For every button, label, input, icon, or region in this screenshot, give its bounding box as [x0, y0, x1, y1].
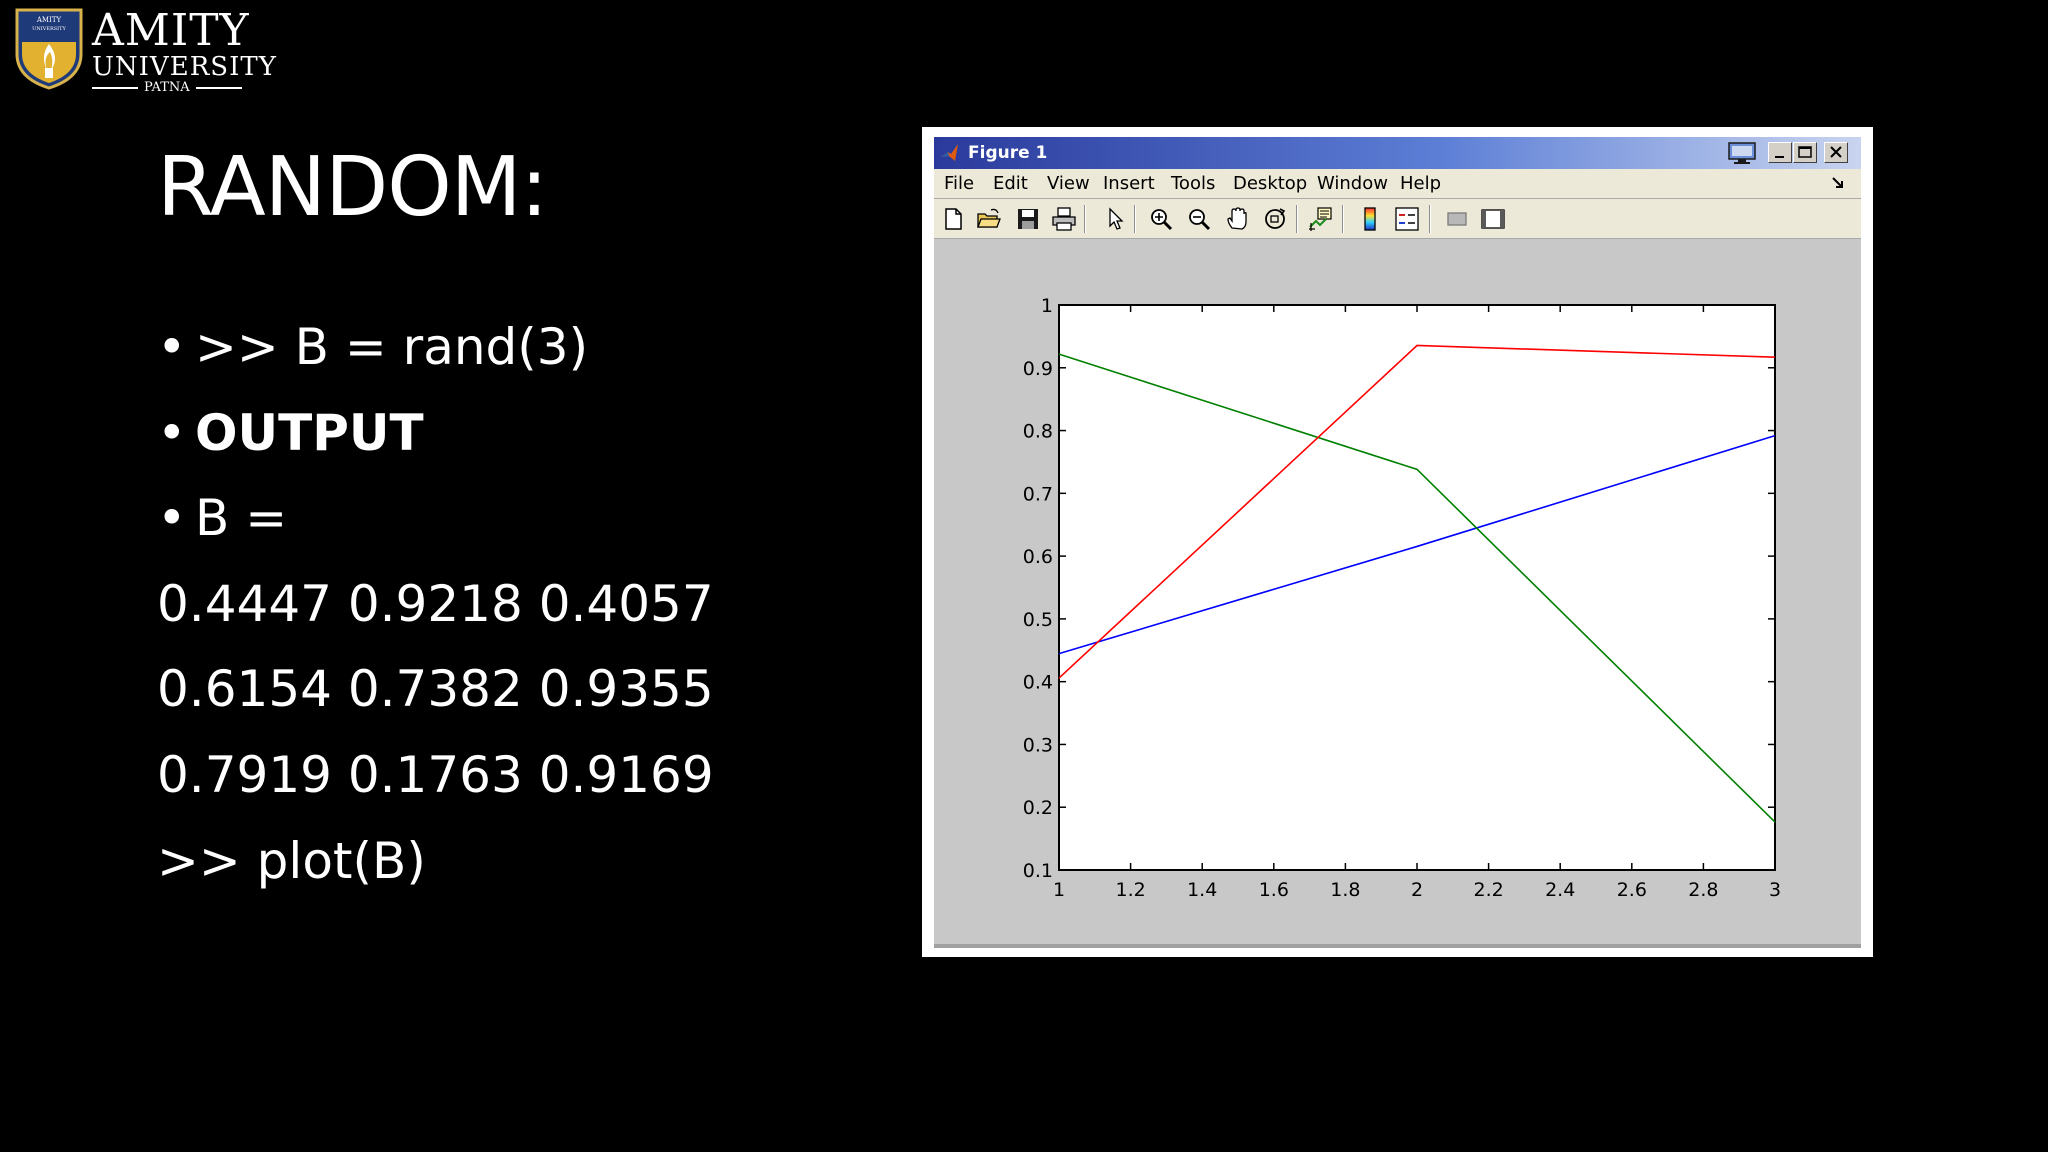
y-tick-label: 0.5: [1023, 609, 1053, 631]
toolbar-separator: [1134, 205, 1136, 233]
new-file-icon[interactable]: [940, 206, 966, 232]
brand-line-3: PATNA: [92, 81, 277, 95]
x-tick-label: 1: [1053, 879, 1065, 901]
y-tick-label: 0.9: [1023, 358, 1053, 380]
x-tick-label: 2: [1411, 879, 1423, 901]
y-tick-label: 0.7: [1023, 483, 1053, 505]
menu-tools[interactable]: Tools: [1171, 174, 1215, 194]
bullet-line: B =: [157, 476, 714, 562]
matlab-logo-icon: [941, 144, 958, 161]
menu-desktop[interactable]: Desktop: [1233, 174, 1307, 194]
figure-screenshot: Figure 1 File Edit View Insert Tools Des…: [922, 127, 1873, 957]
toolbar-separator: [1342, 205, 1344, 233]
show-plot-tools-icon[interactable]: [1480, 206, 1506, 232]
y-tick-label: 1: [1041, 295, 1053, 317]
menu-insert[interactable]: Insert: [1103, 174, 1155, 194]
bullet-dot: [157, 391, 195, 477]
rotate-3d-icon[interactable]: [1262, 206, 1288, 232]
x-tick-label: 1.6: [1259, 879, 1289, 901]
slide-body: >> B = rand(3) OUTPUT B = 0.4447 0.9218 …: [157, 305, 714, 904]
arrow-cursor-icon[interactable]: [1102, 206, 1128, 232]
svg-text:UNIVERSITY: UNIVERSITY: [32, 26, 66, 32]
axes-box: [1058, 304, 1776, 871]
menu-file[interactable]: File: [944, 174, 974, 194]
plot-area: 1 1.2 1.4 1.6 1.8 2 2.2 2.4 2.6 2.8 3 0.1 0.2 0.3 0.4 0…: [934, 239, 1861, 945]
campus-label: PATNA: [144, 80, 190, 95]
brand-line-1: AMITY: [92, 5, 250, 56]
bullet-text: OUTPUT: [195, 403, 424, 462]
hide-plot-tools-icon[interactable]: [1444, 206, 1470, 232]
university-name: AMITY UNIVERSITY PATNA: [92, 8, 277, 95]
y-tick-label: 0.4: [1023, 672, 1053, 694]
window-titlebar[interactable]: Figure 1: [934, 137, 1861, 169]
slide-title: RANDOM:: [157, 140, 548, 235]
zoom-in-icon[interactable]: [1148, 206, 1174, 232]
toolbar-separator: [1296, 205, 1298, 233]
line-chart: 1 1.2 1.4 1.6 1.8 2 2.2 2.4 2.6 2.8 3 0.1 0.2 0.3 0.4 0…: [1023, 295, 1781, 901]
x-tick-label: 2.4: [1545, 879, 1575, 901]
brand-line-2: UNIVERSITY: [92, 52, 277, 82]
x-tick-label: 1.8: [1330, 879, 1360, 901]
maximize-button[interactable]: [1793, 142, 1817, 163]
pan-hand-icon[interactable]: [1224, 206, 1250, 232]
close-button[interactable]: [1824, 142, 1848, 163]
figure-toolbar: [934, 199, 1861, 239]
x-tick-label: 1.2: [1115, 879, 1145, 901]
toolbar-separator: [1084, 205, 1086, 233]
window-bottom-edge: [934, 944, 1861, 948]
menu-help[interactable]: Help: [1400, 174, 1441, 194]
y-tick-label: 0.6: [1023, 546, 1053, 568]
matrix-row: 0.4447 0.9218 0.4057: [157, 574, 714, 633]
command-line: >> plot(B): [157, 831, 426, 890]
divider: [195, 87, 242, 89]
x-tick-label: 2.6: [1617, 879, 1647, 901]
minimize-icon: [1775, 156, 1784, 158]
matrix-row: 0.7919 0.1763 0.9169: [157, 745, 714, 804]
colorbar-icon[interactable]: [1357, 206, 1383, 232]
toolbar-separator: [1429, 205, 1431, 233]
y-tick-label: 0.1: [1023, 860, 1053, 882]
bullet-text: >> B = rand(3): [195, 318, 589, 376]
close-icon: [1830, 146, 1842, 158]
dock-monitor-icon[interactable]: [1727, 141, 1757, 165]
print-icon[interactable]: [1051, 206, 1077, 232]
menu-view[interactable]: View: [1047, 174, 1090, 194]
open-folder-icon[interactable]: [976, 206, 1002, 232]
minimize-button[interactable]: [1768, 142, 1792, 163]
figure-window: Figure 1 File Edit View Insert Tools Des…: [934, 137, 1861, 948]
matrix-row: 0.6154 0.7382 0.9355: [157, 660, 714, 719]
menu-edit[interactable]: Edit: [993, 174, 1028, 194]
bullet-line: >> B = rand(3): [157, 305, 714, 391]
dock-arrow-icon[interactable]: [1830, 175, 1846, 191]
x-tick-label: 3: [1769, 879, 1781, 901]
menu-window[interactable]: Window: [1317, 174, 1388, 194]
save-icon[interactable]: [1015, 206, 1041, 232]
y-tick-label: 0.2: [1023, 797, 1053, 819]
x-tick-label: 2.8: [1688, 879, 1718, 901]
y-tick-label: 0.3: [1023, 734, 1053, 756]
window-title: Figure 1: [968, 143, 1048, 163]
menu-bar: File Edit View Insert Tools Desktop Wind…: [934, 169, 1861, 199]
y-tick-label: 0.8: [1023, 421, 1053, 443]
svg-text:AMITY: AMITY: [36, 16, 62, 24]
data-cursor-icon[interactable]: [1308, 206, 1334, 232]
bullet-line: OUTPUT: [157, 391, 714, 477]
x-tick-label: 1.4: [1187, 879, 1217, 901]
zoom-out-icon[interactable]: [1186, 206, 1212, 232]
bullet-dot: [157, 305, 195, 391]
bullet-dot: [157, 476, 195, 562]
amity-logo: AMITY UNIVERSITY AMITY UNIVERSITY PATNA: [14, 8, 276, 95]
divider: [92, 87, 138, 89]
bullet-text: B =: [195, 489, 288, 548]
legend-icon[interactable]: [1394, 206, 1420, 232]
maximize-icon: [1798, 146, 1812, 158]
university-shield-icon: AMITY UNIVERSITY: [15, 8, 83, 90]
x-tick-label: 2.2: [1473, 879, 1503, 901]
